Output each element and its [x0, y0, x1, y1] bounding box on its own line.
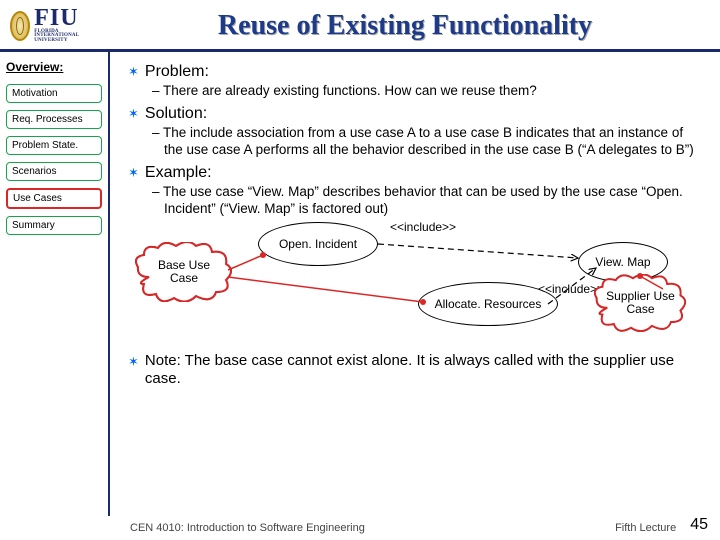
usecase-allocate-resources: Allocate. Resources [418, 282, 558, 326]
logo-text: FIU [34, 8, 100, 30]
subbullet-example: – The use case “View. Map” describes beh… [152, 184, 702, 218]
bullet-note-text: Note: The base case cannot exist alone. … [145, 352, 702, 388]
bullet-icon: ✶ [128, 354, 139, 370]
callout-line-1 [228, 252, 268, 277]
bullet-icon: ✶ [128, 165, 139, 181]
callout-supplier-label: Supplier Use Case [593, 274, 688, 332]
logo-subtext: FLORIDA INTERNATIONAL UNIVERSITY [34, 30, 100, 44]
bullet-example-text: Example: [145, 163, 212, 182]
bullet-solution: ✶ Solution: [128, 104, 702, 123]
sidebar-item-summary[interactable]: Summary [6, 216, 102, 235]
slide-body: Overview: Motivation Req. Processes Prob… [0, 52, 720, 516]
callout-line-2 [228, 272, 428, 312]
bullet-solution-text: Solution: [145, 104, 207, 123]
callout-supplier-use-case: Supplier Use Case [593, 274, 688, 332]
include-label-1: <<include>> [390, 220, 456, 234]
slide-title: Reuse of Existing Functionality [100, 10, 710, 42]
bullet-list: ✶ Problem: – There are already existing f… [128, 62, 702, 218]
footer: CEN 4010: Introduction to Software Engin… [0, 516, 720, 540]
seal-icon [10, 11, 30, 41]
slide: FIU FLORIDA INTERNATIONAL UNIVERSITY Reu… [0, 0, 720, 540]
bullet-example: ✶ Example: [128, 163, 702, 182]
bullet-icon: ✶ [128, 64, 139, 80]
page-number: 45 [690, 516, 708, 534]
content-area: ✶ Problem: – There are already existing f… [110, 52, 720, 516]
logo-text-wrap: FIU FLORIDA INTERNATIONAL UNIVERSITY [34, 8, 100, 43]
bullet-problem: ✶ Problem: [128, 62, 702, 81]
subbullet-problem: – There are already existing functions. … [152, 83, 702, 100]
bullet-problem-text: Problem: [145, 62, 209, 81]
footer-lecture: Fifth Lecture [615, 522, 676, 534]
usecase-open-incident: Open. Incident [258, 222, 378, 266]
fiu-logo: FIU FLORIDA INTERNATIONAL UNIVERSITY [10, 6, 100, 46]
callout-base-use-case: Base Use Case [134, 242, 234, 302]
bullet-list-2: ✶ Note: The base case cannot exist alone.… [128, 352, 702, 388]
sidebar-heading: Overview: [6, 60, 102, 74]
sidebar-item-problem-state[interactable]: Problem State. [6, 136, 102, 155]
subbullet-solution: – The include association from a use cas… [152, 125, 702, 159]
sidebar-item-motivation[interactable]: Motivation [6, 84, 102, 103]
arrow-1 [378, 238, 588, 278]
sidebar: Overview: Motivation Req. Processes Prob… [0, 52, 110, 516]
callout-base-label: Base Use Case [134, 242, 234, 302]
sidebar-item-use-cases[interactable]: Use Cases [6, 188, 102, 209]
footer-course: CEN 4010: Introduction to Software Engin… [130, 522, 615, 534]
title-bar: FIU FLORIDA INTERNATIONAL UNIVERSITY Reu… [0, 0, 720, 52]
bullet-icon: ✶ [128, 106, 139, 122]
bullet-note: ✶ Note: The base case cannot exist alone.… [128, 352, 702, 388]
sidebar-nav: Motivation Req. Processes Problem State.… [6, 84, 102, 235]
sidebar-item-req-processes[interactable]: Req. Processes [6, 110, 102, 129]
sidebar-item-scenarios[interactable]: Scenarios [6, 162, 102, 181]
usecase-diagram: <<include>> Open. Incident Allocate. Res… [128, 222, 688, 352]
